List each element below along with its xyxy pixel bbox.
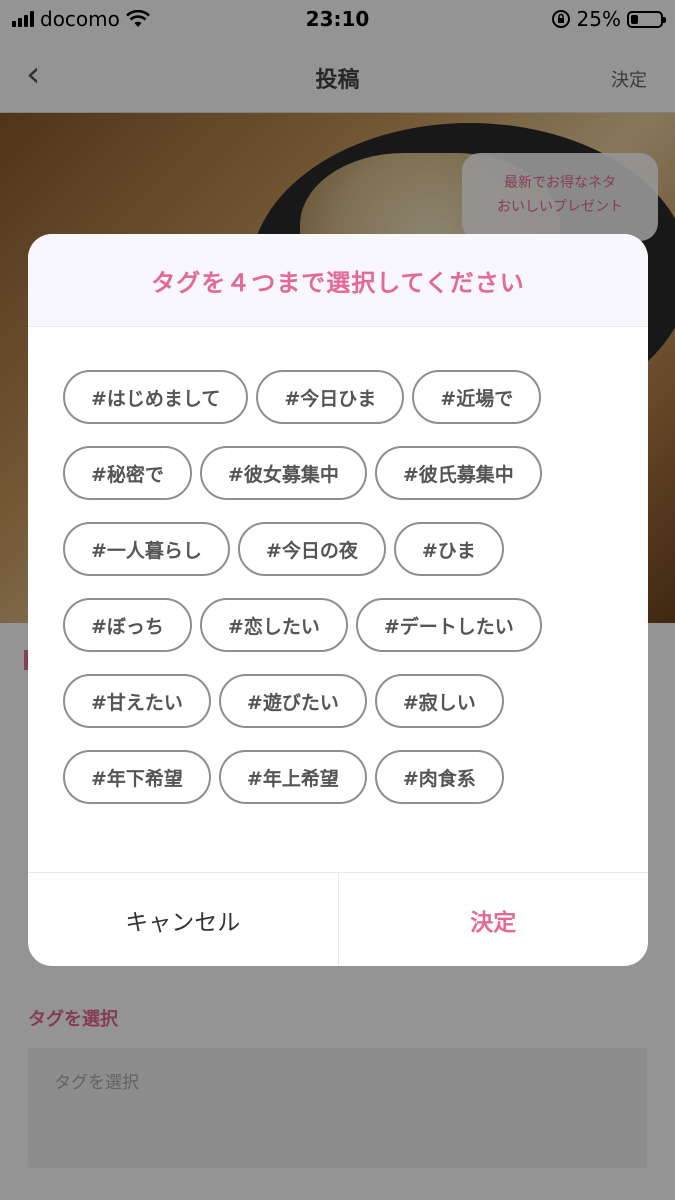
tag-select-dialog: タグを４つまで選択してください #はじめまして #今日ひま #近場で #秘密で … [28, 234, 648, 966]
tag-chip[interactable]: #彼氏募集中 [374, 446, 542, 500]
tag-chip[interactable]: #秘密で [63, 446, 192, 500]
tag-chip[interactable]: #近場で [412, 370, 542, 424]
tag-chip[interactable]: #恋したい [199, 598, 348, 652]
tag-chip[interactable]: #寂しい [374, 674, 504, 728]
tag-chip[interactable]: #はじめまして [63, 370, 249, 424]
tag-chip[interactable]: #一人暮らし [63, 522, 230, 576]
tag-chip[interactable]: #ぼっち [63, 598, 192, 652]
tag-list: #はじめまして #今日ひま #近場で #秘密で #彼女募集中 #彼氏募集中 #一… [63, 370, 623, 804]
dialog-footer: キャンセル 決定 [28, 872, 648, 966]
confirm-button[interactable]: 決定 [339, 873, 649, 966]
tag-chip[interactable]: #甘えたい [63, 674, 211, 728]
tag-chip[interactable]: #今日ひま [256, 370, 405, 424]
tag-chip[interactable]: #遊びたい [218, 674, 367, 728]
tag-chip[interactable]: #ひま [393, 522, 504, 576]
tag-chip[interactable]: #年下希望 [63, 750, 211, 804]
cancel-button[interactable]: キャンセル [28, 873, 339, 966]
tag-chip[interactable]: #年上希望 [218, 750, 367, 804]
tag-chip[interactable]: #今日の夜 [237, 522, 386, 576]
dialog-header: タグを４つまで選択してください [28, 234, 648, 327]
dialog-title: タグを４つまで選択してください [151, 268, 525, 297]
tag-chip[interactable]: #肉食系 [374, 750, 504, 804]
tag-chip[interactable]: #デートしたい [355, 598, 542, 652]
tag-chip[interactable]: #彼女募集中 [199, 446, 367, 500]
